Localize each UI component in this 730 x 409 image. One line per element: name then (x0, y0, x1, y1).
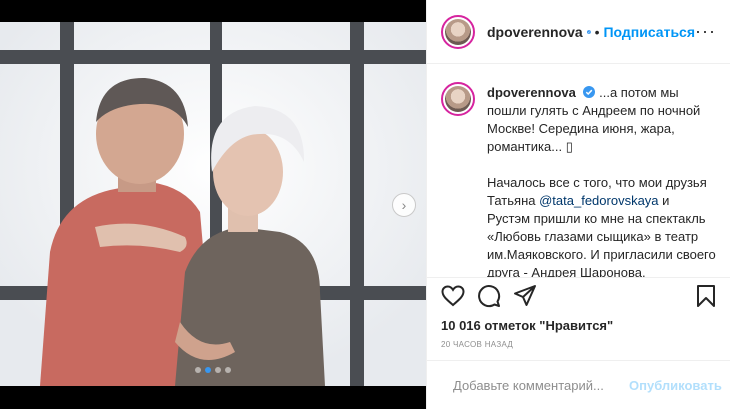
carousel-dot-active (205, 367, 211, 373)
post-side-panel: dpoverennova • Подписаться ··· dpoverenn… (426, 0, 730, 409)
caption-emoji: ▯ (565, 139, 573, 154)
comment-icon[interactable] (477, 284, 501, 308)
verified-badge-icon (586, 29, 591, 34)
heart-icon[interactable] (441, 285, 465, 307)
share-icon[interactable] (513, 284, 537, 308)
comment-bar: Опубликовать (427, 360, 730, 409)
action-bar (441, 282, 716, 310)
carousel-indicator (0, 367, 426, 373)
bookmark-icon[interactable] (696, 284, 716, 308)
post-photo (0, 22, 426, 386)
verified-badge-icon (583, 86, 596, 98)
carousel-next-button[interactable]: › (392, 193, 416, 217)
likes-count[interactable]: 10 016 отметок "Нравится" (441, 318, 613, 333)
follow-button[interactable]: Подписаться (603, 24, 695, 40)
photo-illustration (0, 22, 426, 386)
comment-input[interactable] (453, 377, 629, 393)
more-options-icon[interactable]: ··· (695, 21, 716, 42)
post-header: dpoverennova • Подписаться ··· (427, 0, 730, 64)
caption-text: dpoverennova ...а потом мы пошли гулять … (487, 84, 716, 277)
caption-username[interactable]: dpoverennova (487, 85, 576, 100)
post-media: › (0, 0, 426, 409)
header-separator: • (594, 23, 600, 40)
carousel-dot (225, 367, 231, 373)
mention-link[interactable]: @tata_fedorovskaya (539, 193, 658, 208)
publish-button[interactable]: Опубликовать (629, 378, 722, 393)
post-timestamp[interactable]: 20 ЧАСОВ НАЗАД (441, 340, 513, 349)
carousel-dot (215, 367, 221, 373)
carousel-dot (195, 367, 201, 373)
chevron-right-icon: › (401, 197, 407, 213)
header-username[interactable]: dpoverennova (487, 24, 583, 40)
caption-area: dpoverennova ...а потом мы пошли гулять … (427, 64, 730, 278)
avatar[interactable] (441, 14, 475, 49)
avatar[interactable] (441, 82, 475, 116)
